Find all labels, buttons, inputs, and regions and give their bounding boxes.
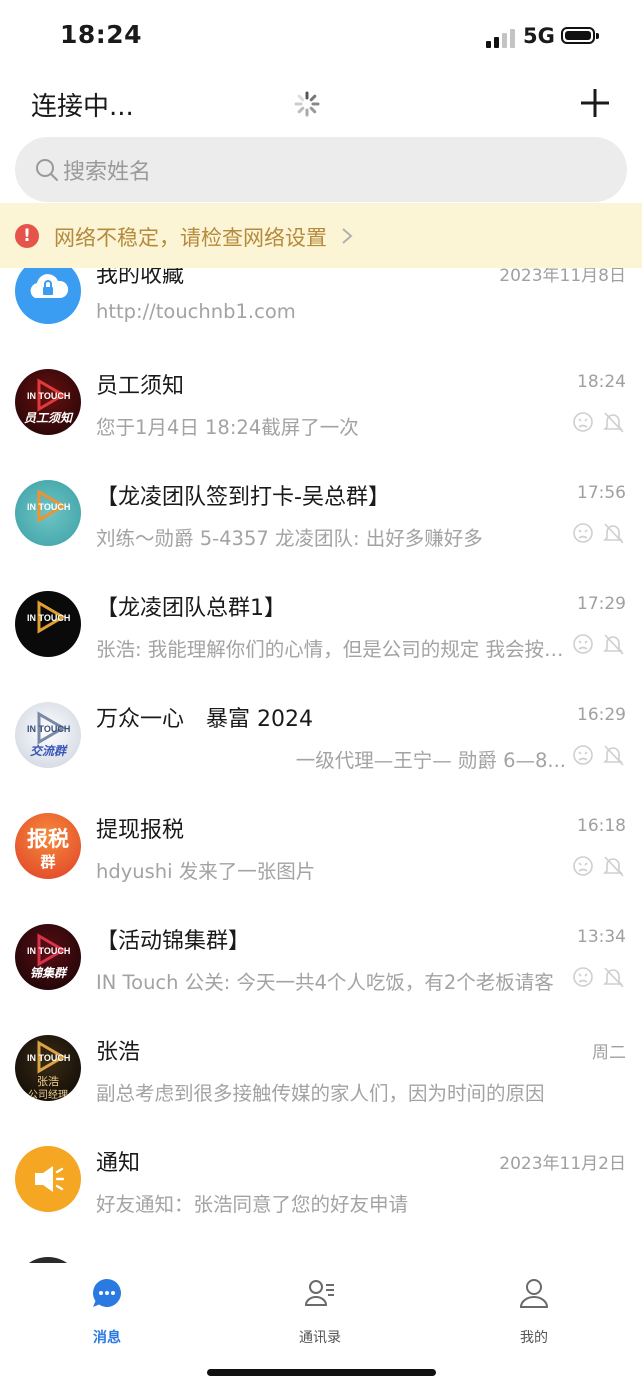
chat-list: 我的收藏 2023年11月8日 http://touchnb1.com IN T… (0, 268, 642, 1263)
list-item[interactable]: IN TOUCH 【龙凌团队签到打卡-吴总群】 17:56 刘练～勋爵 5-43… (0, 463, 642, 575)
warning-text: 网络不稳定，请检查网络设置 (54, 226, 327, 250)
add-button[interactable] (578, 86, 612, 120)
chat-name: 【活动锦集群】 (96, 929, 251, 954)
tab-me[interactable]: 我的 (474, 1273, 594, 1353)
group-avatar: IN TOUCH (15, 480, 81, 546)
chat-name: 员工须知 (96, 374, 185, 399)
chat-preview: 张浩: 我能理解你们的心情，但是公司的规定 我会按照公司的规定执行 (96, 638, 566, 661)
chat-time: 周二 (592, 1043, 626, 1063)
svg-text:IN TOUCH: IN TOUCH (27, 1053, 70, 1063)
chat-time: 17:29 (577, 594, 626, 614)
network-warning-banner[interactable]: ! 网络不稳定，请检查网络设置 (0, 203, 642, 268)
chevron-right-icon (342, 228, 353, 244)
status-time: 18:24 (60, 20, 143, 49)
avatar-text: 交流群 (29, 744, 66, 758)
avatar-text: 报税 (27, 827, 69, 851)
nav-header: 连接中... (0, 72, 642, 136)
svg-text:IN TOUCH: IN TOUCH (27, 946, 70, 956)
svg-text:IN TOUCH: IN TOUCH (27, 613, 70, 623)
svg-text:IN TOUCH: IN TOUCH (27, 502, 70, 512)
group-avatar: 报税 群 (15, 813, 81, 879)
tab-label: 消息 (93, 1330, 121, 1346)
network-label: 5G (523, 24, 555, 48)
page-title: 连接中... (31, 92, 134, 122)
chat-preview: http://touchnb1.com (96, 300, 296, 323)
muted-indicator-icons (573, 412, 624, 433)
play-logo-icon: IN TOUCH (27, 1040, 70, 1074)
tab-contacts[interactable]: 通讯录 (260, 1273, 380, 1353)
search-placeholder: 搜索姓名 (63, 160, 152, 185)
avatar-text: 锦集群 (29, 966, 66, 980)
chat-time: 13:34 (577, 927, 626, 947)
contacts-icon (304, 1280, 334, 1306)
chat-bubble-icon (92, 1279, 121, 1307)
chat-time: 16:18 (577, 816, 626, 836)
loading-spinner-icon (294, 91, 320, 117)
chat-name: 提现报税 (96, 818, 185, 843)
list-item[interactable]: 通知 2023年11月2日 好友通知：张浩同意了您的好友申请 (0, 1129, 642, 1241)
chat-time: 16:29 (577, 705, 626, 725)
avatar-text: 员工须知 (23, 411, 72, 425)
list-item[interactable]: IN TOUCH 交流群 万众一心 暴富 2024 16:29 一级代理—王宁—… (0, 685, 642, 797)
play-logo-icon: IN TOUCH (27, 711, 70, 745)
muted-indicator-icons (573, 856, 624, 877)
list-item[interactable]: IN TOUCH 锦集群 【活动锦集群】 13:34 IN Touch 公关: … (0, 907, 642, 1019)
avatar-subtext: 公司经理 (28, 1090, 68, 1101)
search-input[interactable]: 搜索姓名 (15, 137, 627, 202)
avatar-subtext: 群 (40, 853, 56, 871)
battery-icon (561, 27, 599, 44)
chat-preview: 一级代理—王宁— 勋爵 6—8... (295, 749, 566, 772)
chat-preview: 您于1月4日 18:24截屏了一次 (96, 416, 359, 439)
group-avatar: IN TOUCH (15, 591, 81, 657)
chat-time: 2023年11月2日 (499, 1154, 626, 1174)
group-avatar: IN TOUCH 锦集群 (15, 924, 81, 990)
megaphone-avatar-icon (15, 1146, 81, 1212)
chat-preview: 副总考虑到很多接触传媒的家人们，因为时间的原因 (96, 1082, 545, 1105)
chat-preview: IN Touch 公关: 今天一共4个人吃饭，有2个老板请客 (96, 971, 554, 994)
chat-name: 通知 (96, 1151, 141, 1176)
group-avatar: IN TOUCH 交流群 (15, 702, 81, 768)
list-item[interactable]: IN TOUCH 员工须知 员工须知 18:24 您于1月4日 18:24截屏了… (0, 352, 642, 464)
chat-name: 万众一心 暴富 2024 (96, 707, 313, 732)
alert-icon: ! (15, 224, 39, 248)
list-item[interactable]: 我的收藏 2023年11月8日 http://touchnb1.com (0, 268, 642, 353)
list-item[interactable]: 报税 群 提现报税 16:18 hdyushi 发来了一张图片 (0, 796, 642, 908)
list-item[interactable]: IN TOUCH 张浩 公司经理 张浩 周二 副总考虑到很多接触传媒的家人们，因… (0, 1018, 642, 1130)
tab-label: 通讯录 (299, 1330, 341, 1346)
status-bar: 18:24 5G (0, 0, 642, 72)
tab-label: 我的 (520, 1330, 548, 1346)
play-logo-icon: IN TOUCH (27, 933, 70, 967)
chat-time: 2023年11月8日 (499, 268, 626, 286)
play-logo-icon: IN TOUCH (27, 378, 70, 412)
person-icon (519, 1279, 549, 1308)
list-item[interactable] (0, 1240, 642, 1263)
home-indicator[interactable] (207, 1369, 436, 1376)
list-item[interactable]: IN TOUCH 【龙凌团队总群1】 17:29 张浩: 我能理解你们的心情，但… (0, 574, 642, 686)
chat-time: 18:24 (577, 372, 626, 392)
signal-icon (486, 29, 515, 48)
chat-time: 17:56 (577, 483, 626, 503)
chat-preview: 刘练～勋爵 5-4357 龙凌团队: 出好多赚好多 (96, 527, 483, 550)
chat-preview: 好友通知：张浩同意了您的好友申请 (96, 1193, 409, 1216)
group-avatar: IN TOUCH 员工须知 (15, 369, 81, 435)
tab-messages[interactable]: 消息 (47, 1273, 167, 1353)
muted-indicator-icons (573, 745, 624, 766)
play-logo-icon: IN TOUCH (27, 489, 70, 523)
contact-avatar: IN TOUCH 张浩 公司经理 (15, 1035, 81, 1101)
muted-indicator-icons (573, 967, 624, 988)
play-logo-icon: IN TOUCH (27, 600, 70, 634)
search-icon (36, 159, 58, 181)
chat-name: 我的收藏 (96, 268, 185, 288)
chat-name: 【龙凌团队总群1】 (96, 596, 286, 621)
svg-text:IN TOUCH: IN TOUCH (27, 724, 70, 734)
chat-preview: hdyushi 发来了一张图片 (96, 860, 316, 883)
chat-name: 【龙凌团队签到打卡-吴总群】 (96, 485, 390, 510)
chat-name: 张浩 (96, 1040, 141, 1065)
muted-indicator-icons (573, 634, 624, 655)
svg-text:IN TOUCH: IN TOUCH (27, 391, 70, 401)
muted-indicator-icons (573, 523, 624, 544)
cloud-lock-avatar-icon (15, 268, 81, 324)
